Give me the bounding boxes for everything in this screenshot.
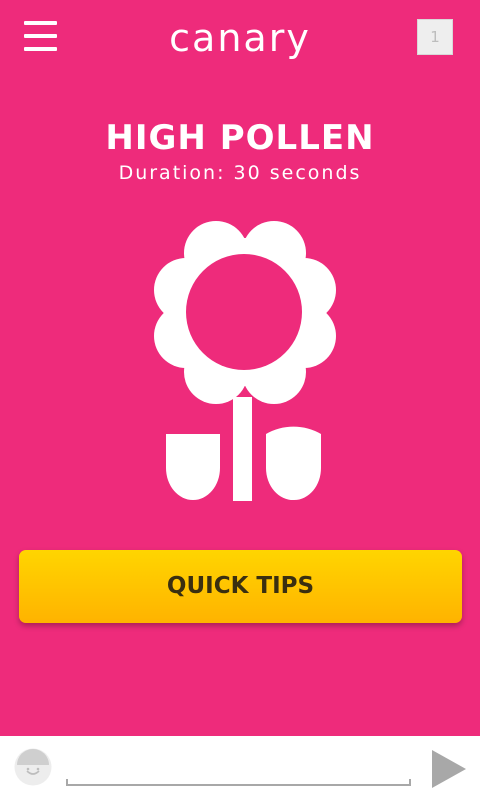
alert-duration: Duration: 30 seconds	[118, 162, 362, 184]
bottom-bar	[0, 736, 480, 800]
screen: canary 1 HIGH POLLEN Duration: 30 second…	[0, 0, 480, 800]
app-title: canary	[169, 16, 311, 60]
input-underline-edge	[409, 779, 411, 786]
quick-tips-button[interactable]: QUICK TIPS	[19, 550, 462, 623]
flower-icon	[154, 221, 336, 501]
smiley-avatar-icon[interactable]	[14, 748, 52, 786]
message-input[interactable]	[66, 750, 411, 786]
notification-badge[interactable]: 1	[417, 19, 453, 55]
play-send-icon[interactable]	[430, 748, 468, 790]
input-underline-edge	[66, 779, 68, 786]
alert-title: HIGH POLLEN	[105, 118, 375, 158]
main-panel: canary 1 HIGH POLLEN Duration: 30 second…	[0, 0, 480, 736]
